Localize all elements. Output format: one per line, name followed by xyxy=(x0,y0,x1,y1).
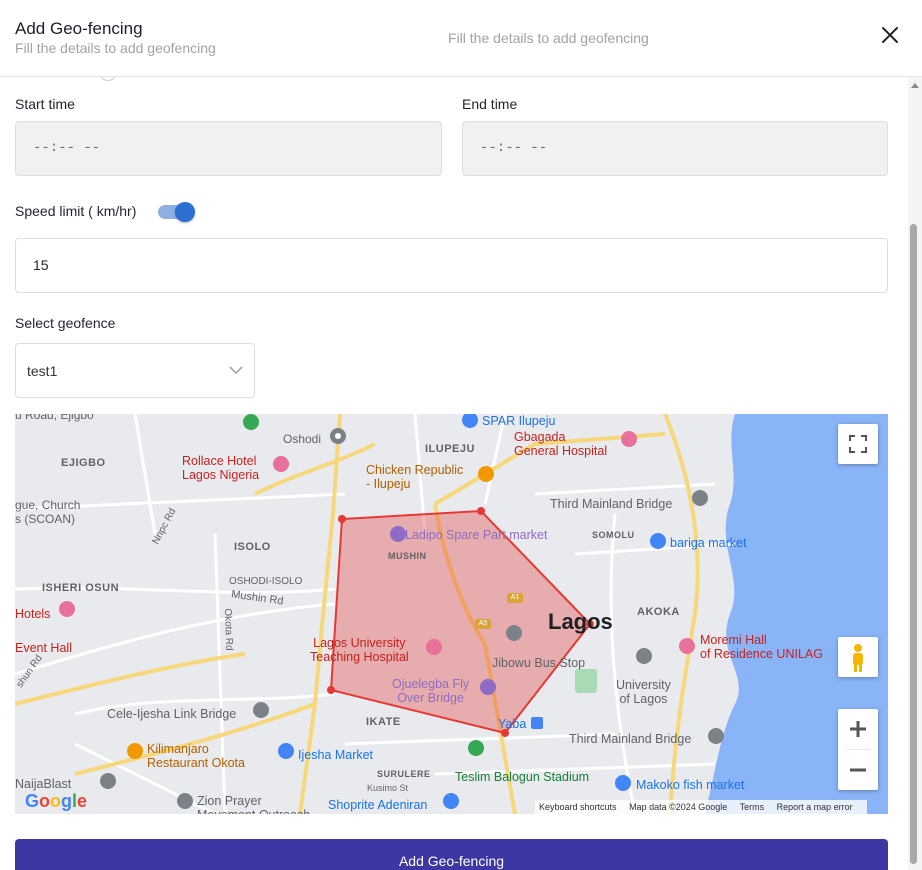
poi-kilimanjaro-restaurant[interactable]: Kilimanjaro Restaurant Okota xyxy=(147,742,245,770)
pegman-icon xyxy=(853,644,863,672)
map-label-surulere: SURULERE xyxy=(377,769,431,779)
map-label-oshodi-isolo: OSHODI-ISOLO xyxy=(229,576,303,587)
minus-icon xyxy=(850,768,866,772)
poi-third-mainland-bridge-top[interactable]: Third Mainland Bridge xyxy=(550,497,672,511)
map-label-hotels: Hotels xyxy=(15,607,51,621)
poi-teslim-balogun-stadium[interactable]: Teslim Balogun Stadium xyxy=(455,770,589,784)
plus-icon xyxy=(850,721,866,737)
close-icon xyxy=(882,27,898,43)
modal-subtitle: Fill the details to add geofencing xyxy=(15,40,216,56)
keyboard-shortcuts-link[interactable]: Keyboard shortcuts xyxy=(539,802,617,812)
poi-university-of-lagos[interactable]: University of Lagos xyxy=(616,678,671,706)
map-label-event-hall: Event Hall xyxy=(15,641,72,655)
map-attribution: Keyboard shortcuts Map data ©2024 Google… xyxy=(535,800,867,814)
geofence-select[interactable]: test1 xyxy=(15,343,255,398)
map-label-oshodi: Oshodi xyxy=(283,432,322,446)
poi-luth[interactable]: Lagos University Teaching Hospital xyxy=(310,636,409,664)
fullscreen-button[interactable] xyxy=(838,424,878,464)
map-label-mushin: MUSHIN xyxy=(388,551,427,561)
poi-yaba[interactable]: Yaba xyxy=(498,717,526,731)
map-label-kusimo: Kusimo St xyxy=(367,783,409,793)
toggle-knob xyxy=(175,202,195,222)
geofence-selected-value: test1 xyxy=(27,363,58,379)
road-tag-a1: A1 xyxy=(507,593,523,603)
scrollbar-thumb[interactable] xyxy=(910,224,917,864)
add-geofencing-button[interactable]: Add Geo-fencing xyxy=(15,839,888,870)
poi-moremi-hall[interactable]: Moremi Hall of Residence UNILAG xyxy=(700,633,823,661)
speed-limit-toggle[interactable] xyxy=(158,202,196,222)
poi-ojuelegba-bridge[interactable]: Ojuelegba Fly Over Bridge xyxy=(392,677,469,705)
report-map-error-link[interactable]: Report a map error xyxy=(777,802,853,812)
speed-limit-input[interactable]: 15 xyxy=(15,238,888,293)
end-time-label: End time xyxy=(462,96,518,112)
scroll-up-arrow-icon[interactable] xyxy=(911,83,919,88)
terms-link[interactable]: Terms xyxy=(740,802,765,812)
map-label-ilupeju: ILUPEJU xyxy=(425,443,475,455)
poi-bariga-market[interactable]: bariga market xyxy=(670,536,746,550)
modal-header: Add Geo-fencing Fill the details to add … xyxy=(0,0,922,77)
poi-makoko-fish-market[interactable]: Makoko fish market xyxy=(636,778,744,792)
chevron-down-icon xyxy=(229,366,243,375)
poi-naijablast[interactable]: NaijaBlast xyxy=(15,777,71,791)
zoom-controls xyxy=(838,709,878,790)
poi-zion-prayer[interactable]: Zion Prayer Movement Outreach xyxy=(197,794,310,814)
map-label-road-ejigbo: u Road, Ejigbo xyxy=(15,414,94,422)
poi-ladipo-market[interactable]: Ladipo Spare Part market xyxy=(405,528,547,542)
map-label-isolo: ISOLO xyxy=(234,541,271,553)
poi-chicken-republic[interactable]: Chicken Republic - Ilupeju xyxy=(366,463,463,491)
geofence-map[interactable]: u Road, Ejigbo Oshodi EJIGBO gue, Church… xyxy=(15,414,888,814)
end-time-input[interactable]: --:-- -- xyxy=(462,121,888,176)
select-geofence-label: Select geofence xyxy=(15,315,116,331)
road-tag-a5: A5 xyxy=(475,619,491,629)
poi-cele-ijesha-bridge[interactable]: Cele-Ijesha Link Bridge xyxy=(107,707,236,721)
map-label-somolu: SOMOLU xyxy=(592,530,635,540)
poi-spar-ilupeju[interactable]: SPAR Ilupeju xyxy=(482,414,555,428)
poi-jibowu-bus-stop[interactable]: Jibowu Bus Stop xyxy=(492,656,585,670)
modal-title: Add Geo-fencing xyxy=(15,19,143,38)
zoom-out-button[interactable] xyxy=(838,750,878,790)
poi-shoprite-adeniran[interactable]: Shoprite Adeniran xyxy=(328,798,427,812)
map-label-ikate: IKATE xyxy=(366,716,401,728)
poi-gbagada-hospital[interactable]: Gbagada General Hospital xyxy=(514,430,607,458)
map-label-church: gue, Church s (SCOAN) xyxy=(15,498,81,526)
modal-center-subtitle: Fill the details to add geofencing xyxy=(448,30,649,46)
start-time-label: Start time xyxy=(15,96,75,112)
google-logo: Google xyxy=(25,791,88,811)
poi-rollace-hotel[interactable]: Rollace Hotel Lagos Nigeria xyxy=(182,454,259,482)
map-city-label: Lagos xyxy=(548,609,613,634)
map-label-akoka: AKOKA xyxy=(637,606,680,618)
speed-limit-label: Speed limit ( km/hr) xyxy=(15,203,137,219)
street-view-pegman-button[interactable] xyxy=(838,637,878,677)
poi-third-mainland-bridge-bottom[interactable]: Third Mainland Bridge xyxy=(569,732,691,746)
poi-ijesha-market[interactable]: Ijesha Market xyxy=(298,748,373,762)
zoom-in-button[interactable] xyxy=(838,709,878,749)
scrollbar[interactable] xyxy=(908,77,922,870)
map-label-okota-rd: Okota Rd xyxy=(221,608,235,651)
add-geofencing-modal: Add Geo-fencing Fill the details to add … xyxy=(0,0,922,870)
fullscreen-icon xyxy=(849,435,867,453)
map-data-text: Map data ©2024 Google xyxy=(629,802,728,812)
close-button[interactable] xyxy=(878,23,902,47)
map-label-isheri-osun: ISHERI OSUN xyxy=(42,582,120,594)
map-label-ejigbo: EJIGBO xyxy=(61,457,106,469)
start-time-input[interactable]: --:-- -- xyxy=(15,121,442,176)
